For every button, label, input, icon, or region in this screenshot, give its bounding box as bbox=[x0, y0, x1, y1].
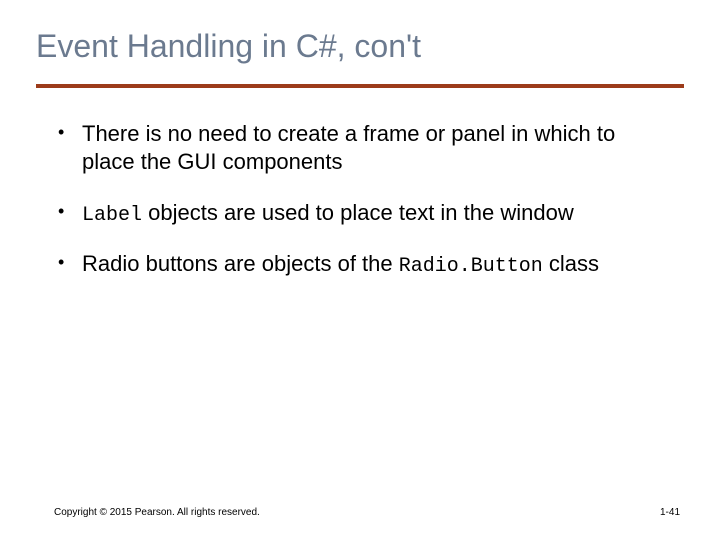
title-underline bbox=[36, 84, 684, 88]
bullet-list: There is no need to create a frame or pa… bbox=[54, 120, 672, 279]
page-number: 1-41 bbox=[660, 507, 680, 518]
bullet-text: There is no need to create a frame or pa… bbox=[82, 121, 615, 174]
copyright-text: Copyright © 2015 Pearson. All rights res… bbox=[54, 507, 260, 518]
list-item: Label objects are used to place text in … bbox=[54, 199, 672, 228]
bullet-code: Label bbox=[82, 204, 142, 227]
slide-body: There is no need to create a frame or pa… bbox=[54, 120, 672, 301]
slide: Event Handling in C#, con't There is no … bbox=[0, 0, 720, 540]
slide-title: Event Handling in C#, con't bbox=[36, 28, 684, 65]
bullet-code: Radio.Button bbox=[399, 255, 543, 278]
bullet-text-post: class bbox=[543, 251, 599, 276]
bullet-text: Radio buttons are objects of the bbox=[82, 251, 399, 276]
list-item: There is no need to create a frame or pa… bbox=[54, 120, 672, 177]
list-item: Radio buttons are objects of the Radio.B… bbox=[54, 250, 672, 279]
bullet-text-post: objects are used to place text in the wi… bbox=[142, 200, 574, 225]
